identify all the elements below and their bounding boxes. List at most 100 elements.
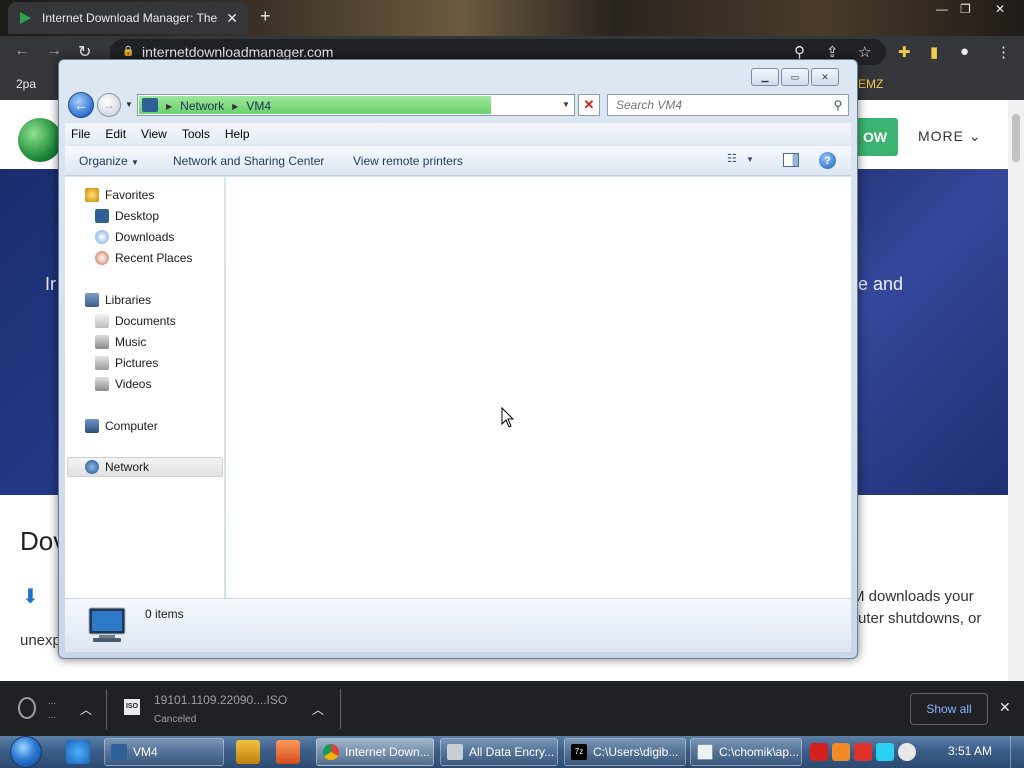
search-icon[interactable]: ⚲ <box>828 98 848 112</box>
nav-pictures[interactable]: Pictures <box>95 353 158 373</box>
browser-tab[interactable]: Internet Download Manager: The ✕ <box>8 2 248 34</box>
taskbar-task-label: All Data Encry... <box>469 745 555 759</box>
recent-pages-dropdown-icon[interactable]: ▼ <box>125 100 133 109</box>
download-file-name[interactable]: 19101.1109.22090....ISO <box>154 693 287 707</box>
extensions-icon[interactable]: ✚ <box>898 43 911 61</box>
close-tab-icon[interactable]: ✕ <box>226 10 238 27</box>
menu-tools[interactable]: Tools <box>182 127 210 141</box>
back-button[interactable]: ← <box>68 92 94 118</box>
search-input[interactable] <box>616 98 828 112</box>
chevron-right-icon[interactable]: ▶ <box>232 102 238 113</box>
restore-icon[interactable]: ❐ <box>960 2 971 16</box>
nav-computer[interactable]: Computer <box>85 416 158 436</box>
close-button[interactable]: ✕ <box>811 68 839 86</box>
chevron-up-icon[interactable]: ︿ <box>312 701 324 718</box>
preview-pane-button[interactable] <box>783 153 799 167</box>
help-button[interactable]: ? <box>819 152 836 169</box>
taskbar-task-chrome[interactable]: Internet Down... <box>316 738 434 766</box>
taskbar-task-encryption[interactable]: All Data Encry... <box>440 738 558 766</box>
url-text: internetdownloadmanager.com <box>142 44 334 60</box>
tray-search-icon[interactable] <box>832 743 850 761</box>
breadcrumb-network[interactable]: Network <box>180 99 224 113</box>
bookmark-star-icon[interactable]: ☆ <box>858 43 871 61</box>
nav-downloads[interactable]: Downloads <box>95 227 174 247</box>
profile-avatar-icon[interactable]: ● <box>960 43 969 60</box>
console-window-icon <box>697 744 713 760</box>
stop-button[interactable]: ✕ <box>578 94 600 116</box>
nav-documents[interactable]: Documents <box>95 311 176 331</box>
taskbar-task-vm4[interactable]: VM4 <box>104 738 224 766</box>
nav-favorites[interactable]: Favorites <box>85 185 154 205</box>
show-desktop-button[interactable] <box>1010 736 1024 768</box>
stop-x-icon: ✕ <box>583 97 595 112</box>
menu-file[interactable]: File <box>71 127 90 141</box>
new-tab-button[interactable]: + <box>260 6 271 27</box>
back-arrow-icon[interactable]: ← <box>14 42 30 60</box>
breadcrumb: ▶ Network ▶ VM4 <box>166 99 271 113</box>
taskbar-task-7zip[interactable]: 7z C:\Users\digib... <box>564 738 686 766</box>
nav-label: Libraries <box>105 293 152 307</box>
more-menu[interactable]: MORE ⌄ <box>918 128 982 145</box>
idm-logo[interactable] <box>18 118 62 162</box>
menu-help[interactable]: Help <box>225 127 250 141</box>
download-item-1-line: ... <box>48 710 57 721</box>
tray-volume-icon[interactable] <box>898 743 916 761</box>
bookmark-item[interactable]: EMZ <box>858 77 883 91</box>
pictures-icon <box>95 356 109 370</box>
view-remote-printers-button[interactable]: View remote printers <box>353 154 463 168</box>
start-button[interactable] <box>10 736 42 768</box>
window-controls: ▁ ▭ ✕ <box>751 68 839 86</box>
maximize-button[interactable]: ▭ <box>781 68 809 86</box>
chevron-up-icon[interactable]: ︿ <box>80 701 92 718</box>
internet-explorer-icon[interactable] <box>66 740 90 764</box>
show-all-button[interactable]: Show all <box>910 693 988 725</box>
downloads-icon <box>95 230 109 244</box>
media-player-icon[interactable] <box>236 740 260 764</box>
taskbar-task-console[interactable]: C:\chomik\ap... <box>690 738 802 766</box>
organize-button[interactable]: Organize ▼ <box>79 154 139 168</box>
minimize-icon: ▁ <box>761 71 769 82</box>
idm-favicon-icon <box>20 12 31 24</box>
nav-libraries[interactable]: Libraries <box>85 290 151 310</box>
search-box[interactable]: ⚲ <box>607 94 849 116</box>
forward-arrow-icon[interactable]: → <box>46 42 62 60</box>
app-launcher-icon[interactable] <box>276 740 300 764</box>
chevron-right-icon[interactable]: ▶ <box>166 102 172 113</box>
download-now-button[interactable]: OW <box>852 118 898 156</box>
nav-videos[interactable]: Videos <box>95 374 151 394</box>
tray-display-icon[interactable] <box>876 743 894 761</box>
page-scrollbar[interactable] <box>1008 100 1024 681</box>
nav-music[interactable]: Music <box>95 332 146 352</box>
maximize-icon: ▭ <box>790 71 800 82</box>
nav-network[interactable]: Network <box>67 457 223 477</box>
nav-recent-places[interactable]: Recent Places <box>95 248 192 268</box>
address-dropdown-icon[interactable]: ▼ <box>562 100 570 109</box>
bookmark-item[interactable]: 2pa <box>16 77 36 91</box>
close-icon[interactable]: ✕ <box>999 699 1011 716</box>
file-list-area[interactable] <box>226 177 851 598</box>
change-view-button[interactable]: ☷ ▼ <box>727 152 763 170</box>
clock[interactable]: 3:51 AM <box>948 744 992 758</box>
minimize-icon[interactable]: — <box>936 2 948 16</box>
seven-zip-icon: 7z <box>571 744 587 760</box>
scrollbar-thumb[interactable] <box>1012 114 1020 162</box>
taskbar-task-label: C:\chomik\ap... <box>719 745 800 759</box>
menu-view[interactable]: View <box>141 127 167 141</box>
network-sharing-center-button[interactable]: Network and Sharing Center <box>173 154 324 168</box>
forward-arrow-icon: → <box>103 98 115 112</box>
close-icon[interactable]: ✕ <box>995 2 1005 16</box>
music-icon <box>95 335 109 349</box>
menu-kebab-icon[interactable]: ⋮ <box>996 43 1011 61</box>
side-panel-icon[interactable]: ▮ <box>930 43 938 61</box>
nav-desktop[interactable]: Desktop <box>95 206 159 226</box>
forward-button[interactable]: → <box>97 93 121 117</box>
tray-app-icon[interactable] <box>810 743 828 761</box>
hero-text-right: e and <box>858 274 904 294</box>
address-bar[interactable]: ▶ Network ▶ VM4 ▼ <box>137 94 575 116</box>
minimize-button[interactable]: ▁ <box>751 68 779 86</box>
download-progress-icon[interactable] <box>18 697 36 719</box>
menu-edit[interactable]: Edit <box>105 127 126 141</box>
documents-icon <box>95 314 109 328</box>
breadcrumb-vm4[interactable]: VM4 <box>246 99 271 113</box>
tray-flag-icon[interactable] <box>854 743 872 761</box>
